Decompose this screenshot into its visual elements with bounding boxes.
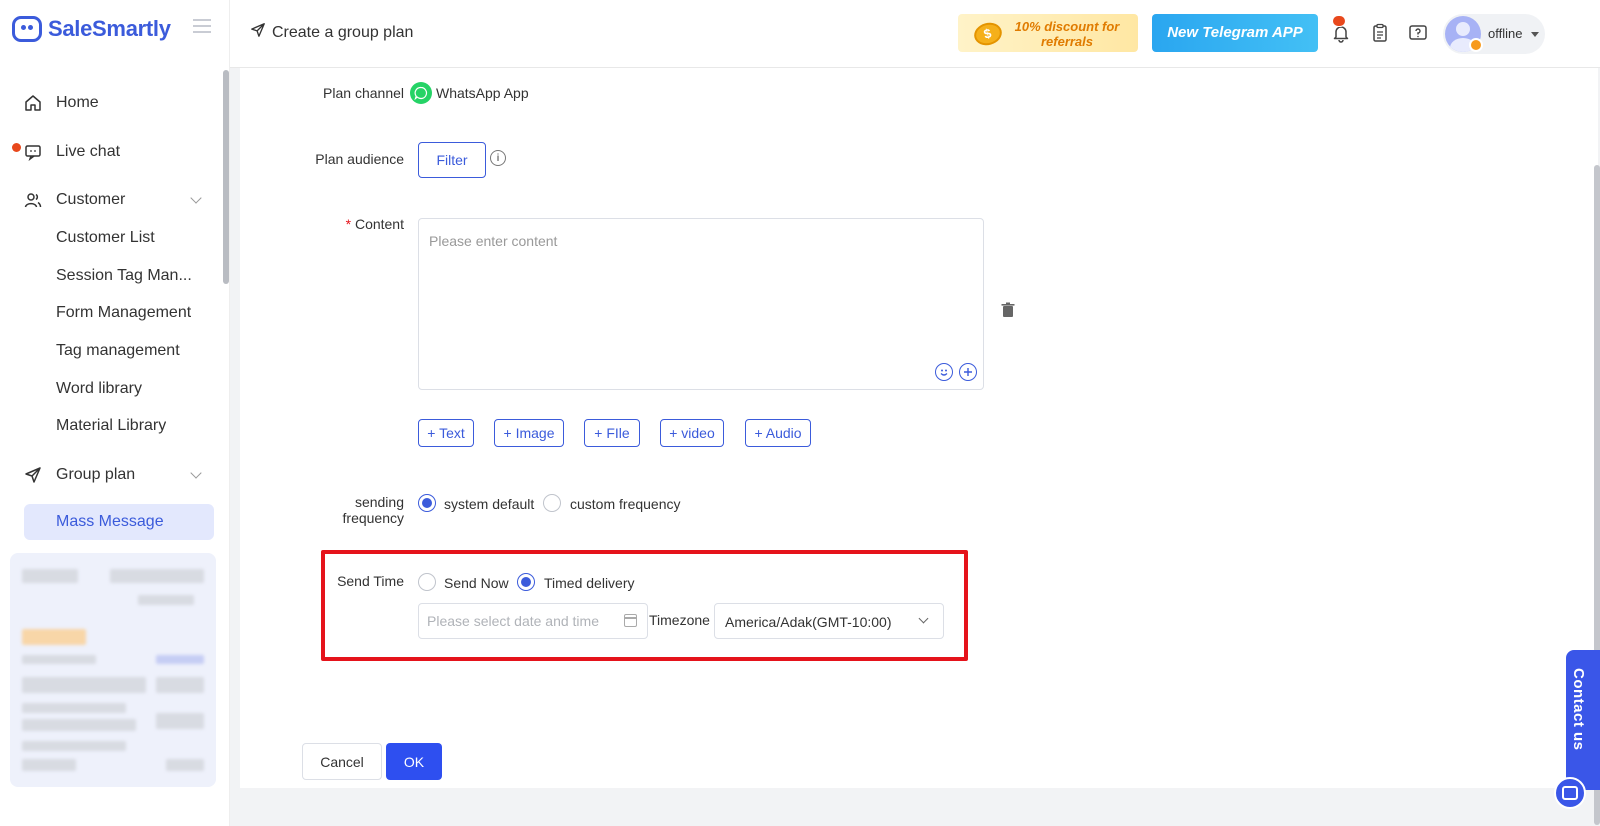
system-default-label[interactable]: system default [444, 496, 534, 512]
timezone-label: Timezone [649, 612, 710, 628]
send-now-radio[interactable] [418, 573, 436, 591]
coin-icon [971, 19, 1005, 49]
sidebar-item-label: Customer [56, 191, 126, 208]
telegram-app-banner[interactable]: New Telegram APP [1152, 14, 1318, 52]
sidebar-item-customer-list[interactable]: Customer List [24, 220, 214, 256]
sidebar-item-label: Word library [56, 380, 142, 397]
status-indicator [1469, 38, 1483, 52]
page-title-text: Create a group plan [272, 23, 414, 41]
sidebar-scrollbar[interactable] [223, 70, 229, 284]
timezone-select[interactable]: America/Adak(GMT-10:00) [714, 603, 944, 639]
sidebar-item-label: Group plan [56, 466, 136, 483]
brand-name: SaleSmartly [48, 16, 171, 41]
blurred-promo-card [10, 553, 216, 787]
contact-us-label: Contact us [1570, 668, 1587, 751]
sidebar-item-label: Live chat [56, 143, 121, 160]
custom-frequency-label[interactable]: custom frequency [570, 496, 681, 512]
sending-frequency-label: sending frequency [342, 494, 404, 526]
collapse-menu-icon[interactable] [193, 19, 211, 33]
plan-channel-value: WhatsApp App [410, 82, 529, 104]
content-placeholder: Please enter content [429, 233, 558, 249]
sidebar-item-customer[interactable]: Customer [24, 182, 214, 218]
send-now-label[interactable]: Send Now [444, 575, 509, 591]
caret-down-icon [1531, 32, 1539, 37]
custom-frequency-radio[interactable] [543, 494, 561, 512]
brand-logo[interactable]: SaleSmartly [12, 14, 171, 44]
date-time-placeholder: Please select date and time [427, 613, 599, 629]
referral-banner-text: 10% discount for referrals [1014, 19, 1120, 49]
add-file-button[interactable]: + FIle [584, 419, 640, 447]
add-text-button[interactable]: + Text [418, 419, 474, 447]
sidebar-item-label: Mass Message [56, 513, 164, 530]
sidebar-nav: Home Live chat Customer Customer List Se… [0, 84, 224, 554]
sidebar-item-label: Home [56, 94, 99, 111]
sidebar-item-label: Customer List [56, 229, 155, 246]
telegram-banner-text: New Telegram APP [1167, 24, 1303, 41]
sidebar-item-label: Form Management [56, 304, 192, 321]
cancel-button[interactable]: Cancel [302, 743, 382, 780]
content-label: * Content [300, 216, 404, 232]
trash-icon[interactable] [1001, 302, 1015, 318]
plan-channel-label: Plan channel [323, 85, 404, 101]
add-image-button[interactable]: + Image [494, 419, 564, 447]
robot-logo-icon [12, 16, 42, 42]
sidebar-item-label: Session Tag Man... [56, 267, 192, 284]
sidebar-item-label: Tag management [56, 342, 180, 359]
sidebar-item-live-chat[interactable]: Live chat [24, 134, 214, 170]
calendar-icon [624, 614, 637, 627]
chat-bubble-icon[interactable] [1554, 777, 1586, 809]
timed-delivery-radio[interactable] [517, 573, 535, 591]
send-icon [24, 466, 42, 484]
chevron-down-icon [190, 192, 202, 204]
referral-discount-banner[interactable]: 10% discount for referrals [958, 14, 1138, 52]
plan-audience-label: Plan audience [315, 151, 404, 167]
sidebar-item-session-tag[interactable]: Session Tag Man... [24, 258, 214, 294]
sidebar-item-group-plan[interactable]: Group plan [24, 457, 214, 493]
chat-icon [24, 143, 42, 161]
send-icon [250, 22, 266, 43]
whatsapp-icon [410, 82, 432, 104]
users-icon [24, 191, 42, 209]
sidebar-item-material-library[interactable]: Material Library [24, 408, 214, 444]
home-icon [24, 94, 42, 112]
sidebar-item-mass-message[interactable]: Mass Message [24, 504, 214, 540]
page-title: Create a group plan [250, 22, 413, 43]
user-status-label: offline [1488, 26, 1523, 41]
chevron-down-icon [190, 467, 202, 479]
sidebar-item-word-library[interactable]: Word library [24, 371, 214, 407]
required-mark: * [345, 216, 352, 232]
emoji-icon[interactable] [935, 363, 953, 381]
content-label-text: Content [354, 216, 404, 232]
add-attachment-icon[interactable] [959, 363, 977, 381]
ok-button[interactable]: OK [386, 743, 442, 780]
notification-dot [12, 143, 21, 152]
date-time-picker[interactable]: Please select date and time [418, 603, 648, 639]
clipboard-icon[interactable] [1369, 22, 1391, 44]
contact-us-tab[interactable]: Contact us [1566, 650, 1600, 790]
notification-badge [1332, 15, 1346, 27]
plan-channel-text: WhatsApp App [436, 85, 529, 101]
add-video-button[interactable]: + video [660, 419, 724, 447]
top-header: Create a group plan 10% discount for ref… [230, 0, 1600, 68]
help-icon[interactable] [1407, 22, 1429, 44]
info-icon[interactable]: i [490, 150, 506, 166]
sidebar-item-label: Material Library [56, 417, 167, 434]
send-time-label: Send Time [337, 573, 404, 589]
sidebar: SaleSmartly Home Live chat Customer Cust… [0, 0, 230, 826]
system-default-radio[interactable] [418, 494, 436, 512]
timezone-value: America/Adak(GMT-10:00) [725, 614, 892, 630]
user-status-menu[interactable]: offline [1443, 14, 1545, 54]
sidebar-item-form-management[interactable]: Form Management [24, 295, 214, 331]
sidebar-item-home[interactable]: Home [24, 85, 214, 121]
chevron-down-icon [918, 613, 929, 624]
sidebar-item-tag-management[interactable]: Tag management [24, 333, 214, 369]
timed-delivery-label[interactable]: Timed delivery [544, 575, 635, 591]
content-textarea[interactable]: Please enter content [418, 218, 984, 390]
filter-button[interactable]: Filter [418, 142, 486, 178]
add-audio-button[interactable]: + Audio [745, 419, 811, 447]
